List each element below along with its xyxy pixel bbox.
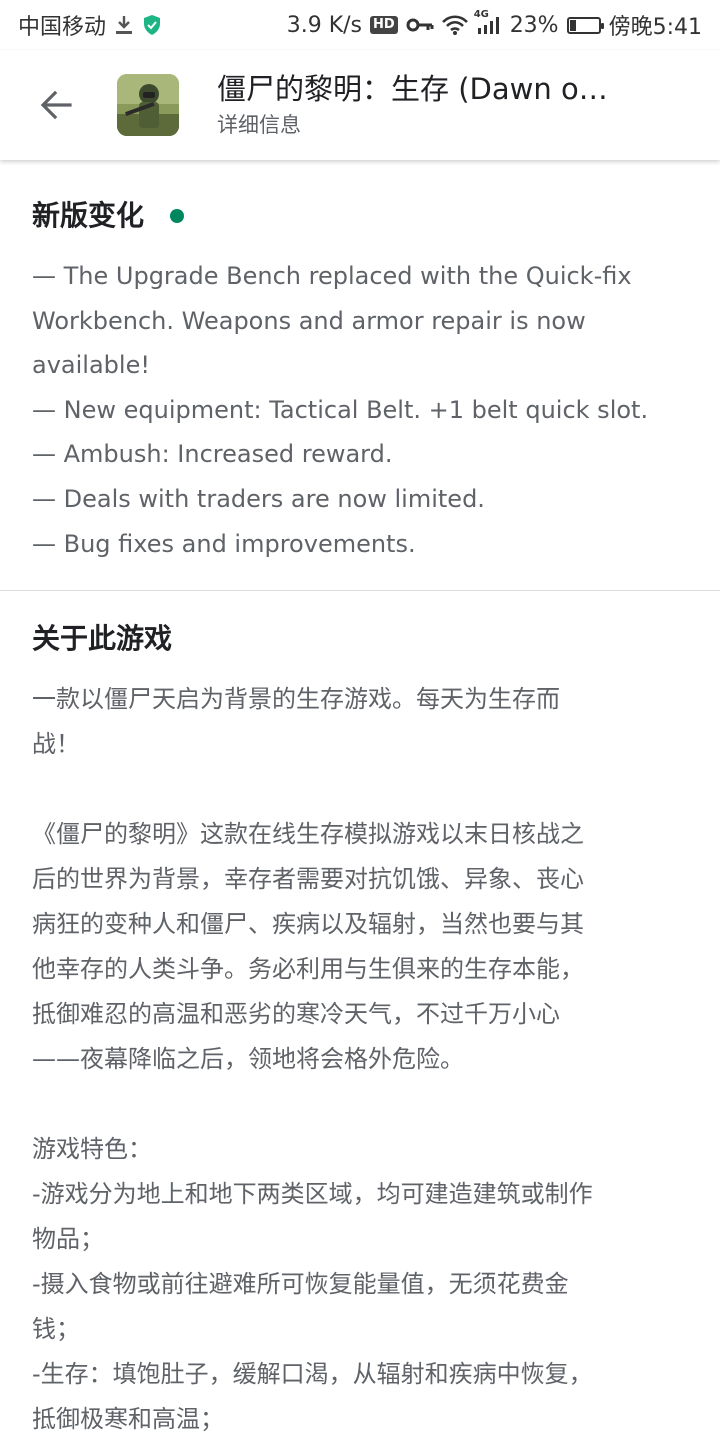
about-line: -游戏分为地上和地下两类区域，均可建造建筑或制作 <box>32 1180 593 1209</box>
whats_new-line: — Ambush: Increased reward. <box>32 440 393 469</box>
whats-new-heading: 新版变化 <box>32 198 688 234</box>
status-bar-left: 中国移动 <box>18 9 162 41</box>
hd-badge: HD <box>370 16 398 34</box>
about-line: 病狂的变种人和僵尸、疾病以及辐射，当然也要与其 <box>32 910 584 939</box>
app-icon <box>117 74 179 136</box>
whats-new-body: — The Upgrade Bench replaced with the Qu… <box>32 254 688 566</box>
about-line: 游戏特色： <box>32 1135 152 1164</box>
network-speed: 3.9 K/s <box>286 12 363 38</box>
battery-percent: 23% <box>509 12 559 38</box>
about-line: 抵御极寒和高温； <box>32 1405 224 1434</box>
download-icon <box>114 14 134 36</box>
about-heading: 关于此游戏 <box>32 622 173 656</box>
about-section: 关于此游戏 一款以僵尸天启为背景的生存游戏。每天为生存而 战！ 《僵尸的黎明》这款在… <box>0 591 720 1442</box>
about-line: 物品； <box>32 1225 104 1254</box>
whats_new-line: — Deals with traders are now limited. <box>32 484 485 513</box>
about-line: 《僵尸的黎明》这款在线生存模拟游戏以末日核战之 <box>32 820 584 849</box>
whats_new-line: available! <box>32 351 150 380</box>
app-title: 僵尸的黎明：生存 (Dawn o… <box>217 72 608 106</box>
about-line: -摄入食物或前往避难所可恢复能量值，无须花费金 <box>32 1270 569 1299</box>
status-bar: 中国移动 3.9 K/s HD 4G 23% 傍晚5:41 <box>0 0 720 50</box>
app-titles: 僵尸的黎明：生存 (Dawn o… 详细信息 <box>217 70 617 140</box>
about-line: 钱； <box>32 1315 80 1344</box>
about-line: 后的世界为背景，幸存者需要对抗饥饿、异象、丧心 <box>32 865 584 894</box>
clock: 傍晚5:41 <box>608 15 702 40</box>
whats_new-line: Workbench. Weapons and armor repair is n… <box>32 306 586 335</box>
app-subtitle: 详细信息 <box>217 113 301 137</box>
wifi-icon <box>441 15 468 35</box>
whats-new-section: 新版变化 — The Upgrade Bench replaced with t… <box>0 160 720 592</box>
about-line: 他幸存的人类斗争。务必利用与生俱来的生存本能， <box>32 955 584 984</box>
key-icon <box>406 17 434 33</box>
battery-icon <box>566 16 604 34</box>
details-content: 新版变化 — The Upgrade Bench replaced with t… <box>0 160 720 1442</box>
signal-icon: 4G <box>474 9 502 35</box>
about-line: ——夜幕降临之后，领地将会格外危险。 <box>32 1045 464 1074</box>
whats_new-line: — Bug fixes and improvements. <box>32 529 416 558</box>
arrow-back-icon <box>40 90 72 120</box>
whats_new-line: — The Upgrade Bench replaced with the Qu… <box>32 262 632 290</box>
whats-new-title: 新版变化 <box>32 199 145 232</box>
back-button[interactable] <box>25 74 87 136</box>
new-indicator-dot <box>170 209 185 223</box>
about-line: 战！ <box>32 730 80 759</box>
app-bar: 僵尸的黎明：生存 (Dawn o… 详细信息 <box>0 50 720 160</box>
about-line: 抵御难忍的高温和恶劣的寒冷天气，不过千万小心 <box>32 1000 560 1029</box>
whats_new-line: — New equipment: Tactical Belt. +1 belt … <box>32 395 649 424</box>
about-body: 一款以僵尸天启为背景的生存游戏。每天为生存而 战！ 《僵尸的黎明》这款在线生存模拟游… <box>32 677 688 1442</box>
shield-icon <box>142 14 162 36</box>
carrier-label: 中国移动 <box>18 15 107 40</box>
status-bar-right: 3.9 K/s HD 4G 23% 傍晚5:41 <box>287 9 702 41</box>
about-line <box>32 1082 688 1127</box>
network-type-label: 4G <box>473 9 489 20</box>
about-line <box>32 767 688 812</box>
battery-level <box>569 19 577 31</box>
about-line: -生存：填饱肚子，缓解口渴，从辐射和疾病中恢复， <box>32 1360 593 1389</box>
about-line: 一款以僵尸天启为背景的生存游戏。每天为生存而 <box>32 685 560 714</box>
